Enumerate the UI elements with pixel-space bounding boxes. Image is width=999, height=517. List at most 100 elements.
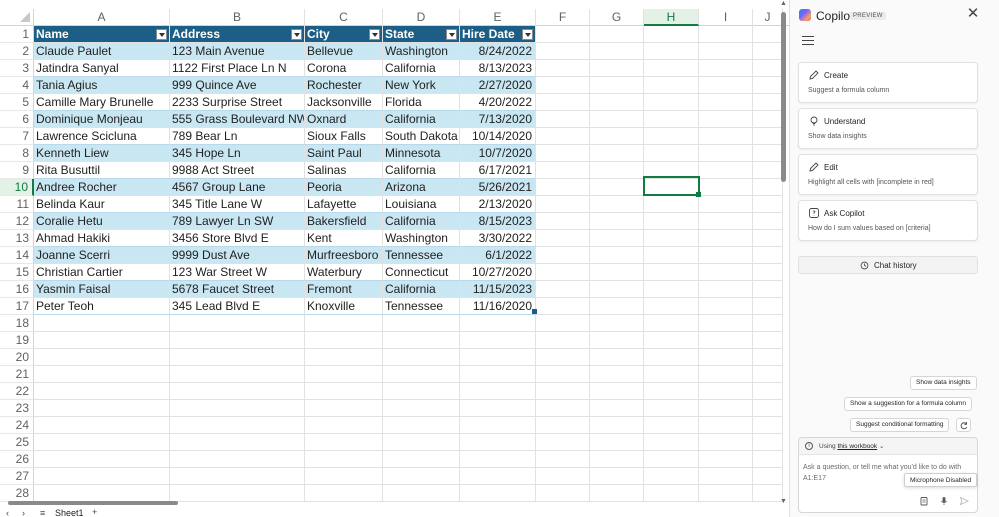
empty-cell[interactable] — [753, 162, 783, 179]
cell-hire-date[interactable]: 8/15/2023 — [460, 213, 536, 230]
table-header-hire-date[interactable]: Hire Date — [460, 26, 536, 43]
empty-cell[interactable] — [383, 434, 460, 451]
empty-cell[interactable] — [460, 417, 536, 434]
horizontal-scrollbar[interactable] — [0, 500, 780, 507]
empty-cell[interactable] — [383, 332, 460, 349]
empty-cell[interactable] — [699, 179, 753, 196]
row-number[interactable]: 14 — [0, 247, 34, 264]
empty-cell[interactable] — [590, 264, 644, 281]
empty-cell[interactable] — [753, 94, 783, 111]
empty-cell[interactable] — [536, 366, 590, 383]
empty-cell[interactable] — [460, 451, 536, 468]
empty-cell[interactable] — [699, 77, 753, 94]
empty-cell[interactable] — [644, 315, 699, 332]
row-number[interactable]: 12 — [0, 213, 34, 230]
column-header-f[interactable]: F — [536, 9, 590, 26]
empty-cell[interactable] — [699, 264, 753, 281]
cell-city[interactable]: Bakersfield — [305, 213, 383, 230]
empty-cell[interactable] — [644, 60, 699, 77]
cell-hire-date[interactable]: 2/27/2020 — [460, 77, 536, 94]
empty-cell[interactable] — [170, 349, 305, 366]
empty-cell[interactable] — [536, 196, 590, 213]
empty-cell[interactable] — [536, 400, 590, 417]
cell-state[interactable]: California — [383, 111, 460, 128]
empty-cell[interactable] — [590, 111, 644, 128]
empty-cell[interactable] — [170, 332, 305, 349]
cell-hire-date[interactable]: 10/14/2020 — [460, 128, 536, 145]
empty-cell[interactable] — [753, 26, 783, 43]
suggestion-conditional-formatting[interactable]: Suggest conditional formatting — [850, 418, 950, 432]
empty-cell[interactable] — [699, 349, 753, 366]
empty-cell[interactable] — [34, 366, 170, 383]
cell-hire-date[interactable]: 4/20/2022 — [460, 94, 536, 111]
cell-state[interactable]: California — [383, 281, 460, 298]
empty-cell[interactable] — [644, 434, 699, 451]
row-number[interactable]: 26 — [0, 451, 34, 468]
empty-cell[interactable] — [644, 128, 699, 145]
prompt-guide-icon[interactable] — [919, 496, 929, 506]
empty-cell[interactable] — [644, 332, 699, 349]
empty-cell[interactable] — [644, 196, 699, 213]
cell-state[interactable]: New York — [383, 77, 460, 94]
empty-cell[interactable] — [753, 111, 783, 128]
empty-cell[interactable] — [536, 281, 590, 298]
close-icon[interactable]: ✕ — [965, 6, 981, 22]
empty-cell[interactable] — [34, 434, 170, 451]
empty-cell[interactable] — [753, 230, 783, 247]
cell-name[interactable]: Dominique Monjeau — [34, 111, 170, 128]
row-number[interactable]: 3 — [0, 60, 34, 77]
row-number[interactable]: 11 — [0, 196, 34, 213]
empty-cell[interactable] — [590, 179, 644, 196]
using-context[interactable]: Using this workbook ⌄ — [819, 442, 884, 450]
cell-city[interactable]: Fremont — [305, 281, 383, 298]
empty-cell[interactable] — [383, 400, 460, 417]
row-number[interactable]: 9 — [0, 162, 34, 179]
empty-cell[interactable] — [34, 400, 170, 417]
empty-cell[interactable] — [753, 434, 783, 451]
empty-cell[interactable] — [753, 60, 783, 77]
empty-cell[interactable] — [644, 417, 699, 434]
card-edit[interactable]: Edit Highlight all cells with [incomplet… — [798, 154, 978, 195]
row-number[interactable]: 22 — [0, 383, 34, 400]
empty-cell[interactable] — [644, 366, 699, 383]
row-number[interactable]: 23 — [0, 400, 34, 417]
cell-state[interactable]: Arizona — [383, 179, 460, 196]
empty-cell[interactable] — [536, 298, 590, 315]
empty-cell[interactable] — [536, 264, 590, 281]
cell-city[interactable]: Peoria — [305, 179, 383, 196]
cell-name[interactable]: Camille Mary Brunelle — [34, 94, 170, 111]
empty-cell[interactable] — [590, 400, 644, 417]
empty-cell[interactable] — [383, 315, 460, 332]
empty-cell[interactable] — [699, 111, 753, 128]
vertical-scrollbar[interactable]: ▲ ▼ — [780, 0, 787, 505]
empty-cell[interactable] — [644, 230, 699, 247]
cell-address[interactable]: 999 Quince Ave — [170, 77, 305, 94]
refresh-suggestions-button[interactable] — [956, 418, 971, 432]
microphone-icon[interactable] — [939, 496, 949, 506]
chat-history-button[interactable]: Chat history — [798, 256, 978, 274]
empty-cell[interactable] — [699, 451, 753, 468]
cell-address[interactable]: 789 Lawyer Ln SW — [170, 213, 305, 230]
cell-city[interactable]: Murfreesboro — [305, 247, 383, 264]
empty-cell[interactable] — [590, 43, 644, 60]
column-header-e[interactable]: E — [460, 9, 536, 26]
empty-cell[interactable] — [460, 400, 536, 417]
cell-city[interactable]: Knoxville — [305, 298, 383, 315]
cell-name[interactable]: Lawrence Scicluna — [34, 128, 170, 145]
empty-cell[interactable] — [753, 468, 783, 485]
empty-cell[interactable] — [590, 451, 644, 468]
empty-cell[interactable] — [644, 145, 699, 162]
cell-address[interactable]: 9988 Act Street — [170, 162, 305, 179]
empty-cell[interactable] — [699, 162, 753, 179]
empty-cell[interactable] — [590, 332, 644, 349]
cell-hire-date[interactable]: 6/1/2022 — [460, 247, 536, 264]
cell-city[interactable]: Salinas — [305, 162, 383, 179]
empty-cell[interactable] — [536, 468, 590, 485]
empty-cell[interactable] — [536, 332, 590, 349]
empty-cell[interactable] — [590, 196, 644, 213]
card-understand[interactable]: Understand Show data insights — [798, 108, 978, 149]
row-number[interactable]: 18 — [0, 315, 34, 332]
cell-hire-date[interactable]: 3/30/2022 — [460, 230, 536, 247]
cell-state[interactable]: Washington — [383, 230, 460, 247]
cell-address[interactable]: 345 Hope Ln — [170, 145, 305, 162]
